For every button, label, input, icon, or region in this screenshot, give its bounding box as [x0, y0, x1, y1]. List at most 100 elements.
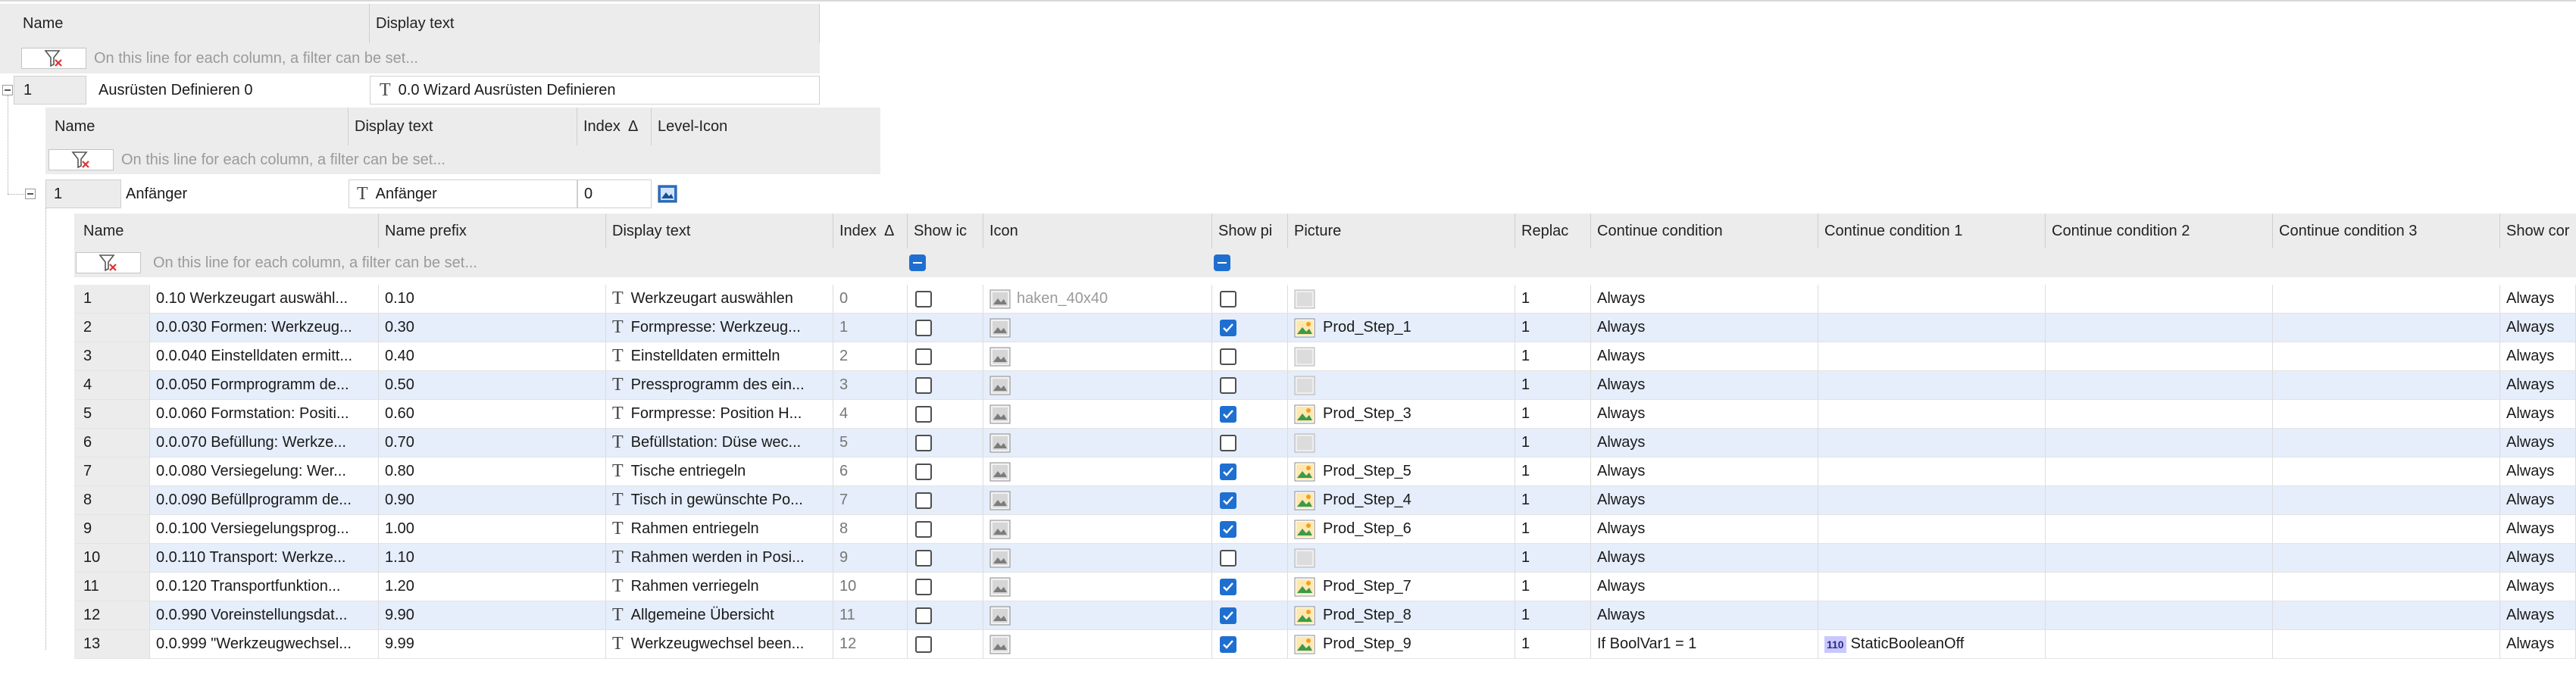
cell-cont1[interactable] — [1818, 544, 2046, 573]
cell-picture[interactable] — [1288, 544, 1515, 573]
cell-cont1[interactable] — [1818, 371, 2046, 400]
column-header-continue-condition-3[interactable]: Continue condition 3 — [2273, 214, 2500, 248]
cell-name[interactable]: 0.0.100 Versiegelungsprog... — [150, 515, 379, 544]
cell-cont1[interactable] — [1818, 429, 2046, 457]
show-picture-checkbox[interactable] — [1220, 607, 1236, 624]
cell-cont[interactable]: If BoolVar1 = 1 — [1591, 630, 1818, 659]
cell-show-pic[interactable] — [1212, 630, 1288, 659]
cell-icon[interactable] — [983, 515, 1212, 544]
cell-picture[interactable]: Prod_Step_8 — [1288, 601, 1515, 630]
cell-index[interactable]: 5 — [833, 429, 908, 457]
column-header-continue-condition-2[interactable]: Continue condition 2 — [2046, 214, 2273, 248]
cell-picture[interactable] — [1288, 285, 1515, 314]
cell-icon[interactable] — [983, 630, 1212, 659]
cell-index[interactable]: 12 — [833, 630, 908, 659]
cell-icon[interactable] — [983, 457, 1212, 486]
cell-picture[interactable]: Prod_Step_1 — [1288, 314, 1515, 342]
grid-filter-row[interactable]: On this line for each column, a filter c… — [74, 248, 2576, 277]
show-icon-checkbox[interactable] — [915, 463, 932, 480]
table-row[interactable]: 12 0.0.990 Voreinstellungsdat... 9.90 T Allg… — [74, 601, 2576, 630]
cell-show-cont[interactable]: Always — [2500, 573, 2576, 601]
show-picture-checkbox[interactable] — [1220, 405, 1236, 423]
show-icon-checkbox[interactable] — [915, 578, 932, 595]
cell-icon[interactable] — [983, 400, 1212, 429]
cell-icon[interactable]: haken_40x40 — [983, 285, 1212, 314]
column-header-name[interactable]: Name — [74, 214, 379, 248]
cell-cont3[interactable] — [2273, 630, 2500, 659]
cell-name[interactable]: 0.0.060 Formstation: Positi... — [150, 400, 379, 429]
cell-show-icon[interactable] — [908, 486, 983, 515]
show-icon-checkbox[interactable] — [915, 434, 932, 451]
show-icon-checkbox[interactable] — [915, 520, 932, 538]
cell-prefix[interactable]: 1.00 — [379, 515, 606, 544]
cell-index[interactable]: 7 — [833, 486, 908, 515]
show-icon-filter-toggle[interactable] — [909, 254, 926, 271]
column-header-index[interactable]: Index Δ — [577, 108, 652, 145]
cell-prefix[interactable]: 9.90 — [379, 601, 606, 630]
table-row[interactable]: 11 0.0.120 Transportfunktion... 1.20 T Rahme… — [74, 573, 2576, 601]
cell-show-cont[interactable]: Always — [2500, 515, 2576, 544]
filter-clear-button[interactable] — [48, 149, 114, 170]
table-row[interactable]: 4 0.0.050 Formprogramm de... 0.50 T Presspro… — [74, 371, 2576, 400]
cell-cont3[interactable] — [2273, 486, 2500, 515]
table-row[interactable]: 10 0.0.110 Transport: Werkze... 1.10 T Rahme… — [74, 544, 2576, 573]
cell-show-pic[interactable] — [1212, 457, 1288, 486]
cell-icon[interactable] — [983, 371, 1212, 400]
cell-prefix[interactable]: 1.10 — [379, 544, 606, 573]
table-row[interactable]: 2 0.0.030 Formen: Werkzeug... 0.30 T Formpre… — [74, 314, 2576, 342]
show-picture-checkbox[interactable] — [1220, 348, 1236, 365]
column-header-display-text[interactable]: Display text — [606, 214, 833, 248]
cell-show-pic[interactable] — [1212, 573, 1288, 601]
cell-prefix[interactable]: 0.30 — [379, 314, 606, 342]
cell-replace[interactable]: 1 — [1515, 486, 1591, 515]
show-icon-checkbox[interactable] — [915, 319, 932, 336]
cell-show-pic[interactable] — [1212, 371, 1288, 400]
column-header-continue-condition-1[interactable]: Continue condition 1 — [1818, 214, 2046, 248]
cell-cont2[interactable] — [2046, 285, 2273, 314]
column-header-show-icon[interactable]: Show ic — [908, 214, 983, 248]
cell-text[interactable]: T Werkzeugart auswählen — [606, 285, 833, 314]
table-row[interactable]: 13 0.0.999 "Werkzeugwechsel... 9.99 T Werkze… — [74, 630, 2576, 659]
cell-show-icon[interactable] — [908, 371, 983, 400]
cell-text[interactable]: T Tisch in gewünschte Po... — [606, 486, 833, 515]
cell-show-cont[interactable]: Always — [2500, 314, 2576, 342]
filter-clear-button[interactable] — [21, 48, 86, 69]
table-row[interactable]: 8 0.0.090 Befüllprogramm de... 0.90 T Tisch … — [74, 486, 2576, 515]
cell-cont[interactable]: Always — [1591, 285, 1818, 314]
cell-replace[interactable]: 1 — [1515, 371, 1591, 400]
cell-cont1[interactable] — [1818, 457, 2046, 486]
cell-text[interactable]: T Formpresse: Werkzeug... — [606, 314, 833, 342]
cell-replace[interactable]: 1 — [1515, 285, 1591, 314]
cell-name[interactable]: 0.10 Werkzeugart auswähl... — [150, 285, 379, 314]
cell-show-icon[interactable] — [908, 314, 983, 342]
cell-text[interactable]: T Rahmen entriegeln — [606, 515, 833, 544]
cell-replace[interactable]: 1 — [1515, 573, 1591, 601]
cell-cont[interactable]: Always — [1591, 400, 1818, 429]
cell-cont1[interactable] — [1818, 573, 2046, 601]
show-icon-checkbox[interactable] — [915, 607, 932, 624]
cell-cont1[interactable] — [1818, 314, 2046, 342]
cell-cont2[interactable] — [2046, 457, 2273, 486]
cell-prefix[interactable]: 0.80 — [379, 457, 606, 486]
cell-replace[interactable]: 1 — [1515, 457, 1591, 486]
cell-picture[interactable]: Prod_Step_6 — [1288, 515, 1515, 544]
column-header-replace[interactable]: Replac — [1515, 214, 1591, 248]
cell-show-pic[interactable] — [1212, 314, 1288, 342]
cell-text[interactable]: T Werkzeugwechsel been... — [606, 630, 833, 659]
cell-icon[interactable] — [983, 573, 1212, 601]
table-row[interactable]: 1 0.10 Werkzeugart auswähl... 0.10 T Werkzeu… — [74, 285, 2576, 314]
cell-show-pic[interactable] — [1212, 544, 1288, 573]
column-header-icon[interactable]: Icon — [983, 214, 1212, 248]
cell-show-cont[interactable]: Always — [2500, 342, 2576, 371]
cell-show-cont[interactable]: Always — [2500, 457, 2576, 486]
cell-prefix[interactable]: 0.60 — [379, 400, 606, 429]
cell-show-icon[interactable] — [908, 342, 983, 371]
table-row[interactable]: 9 0.0.100 Versiegelungsprog... 1.00 T Rahmen… — [74, 515, 2576, 544]
cell-cont2[interactable] — [2046, 429, 2273, 457]
cell-index[interactable]: 11 — [833, 601, 908, 630]
cell-name[interactable]: 0.0.050 Formprogramm de... — [150, 371, 379, 400]
cell-show-icon[interactable] — [908, 429, 983, 457]
column-header-name[interactable]: Name — [45, 108, 349, 145]
cell-cont1[interactable] — [1818, 515, 2046, 544]
cell-cont1[interactable] — [1818, 486, 2046, 515]
